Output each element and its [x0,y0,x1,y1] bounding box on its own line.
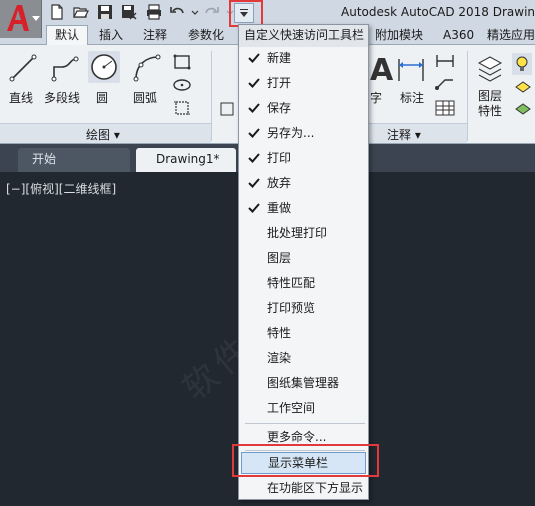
rectangle-tool-icon[interactable] [172,53,192,71]
application-menu-button[interactable] [0,0,42,38]
menu-item-label: 另存为... [267,126,315,140]
modify-tool-icon[interactable] [220,101,234,117]
autocad-logo-icon [7,5,29,31]
save-icon[interactable] [96,3,114,21]
table-tool-icon[interactable] [434,99,456,117]
menu-item-save-as[interactable]: 另存为... [239,122,368,144]
open-icon[interactable] [72,3,90,21]
menu-item-label: 打开 [267,76,292,90]
menu-item-undo[interactable]: 放弃 [239,172,368,194]
menu-item-label: 工作空间 [267,401,316,415]
menu-item-new[interactable]: 新建 [239,47,368,69]
menu-item-sheet-set-manager[interactable]: 图纸集管理器 [239,372,368,394]
layer-properties-icon[interactable] [475,53,505,85]
menu-item-label: 批处理打印 [267,226,328,240]
new-icon[interactable] [48,3,66,21]
menu-item-plot-preview[interactable]: 打印预览 [239,297,368,319]
redo-dropdown-icon[interactable] [221,3,234,21]
annotation-highlight-box [229,0,263,27]
menu-item-batch-plot[interactable]: 批处理打印 [239,222,368,244]
application-menu-arrow-icon [32,16,40,21]
menu-item-label: 重做 [267,201,292,215]
check-icon [248,122,262,144]
menu-item-label: 图纸集管理器 [267,376,340,390]
check-icon [248,172,262,194]
menu-item-label: 特性 [267,326,292,340]
title-bar: Autodesk AutoCAD 2018 Drawin [0,0,535,24]
undo-dropdown-icon[interactable] [186,3,199,21]
tab-parametric[interactable]: 参数化 [188,26,224,45]
viewport-controls[interactable]: [−][俯视][二维线框] [6,180,116,197]
draw-group-bar[interactable]: 绘图 ▾ [0,123,211,143]
circle-tool-icon[interactable] [88,51,120,83]
menu-item-label: 渲染 [267,351,292,365]
draw-group-label: 绘图 ▾ [86,128,120,142]
arc-tool-label[interactable]: 圆弧 [133,89,157,106]
layer-state-icon[interactable] [514,101,532,117]
menu-item-label: 打印预览 [267,301,316,315]
polyline-tool-icon[interactable] [50,53,80,83]
menu-item-workspace[interactable]: 工作空间 [239,397,368,419]
menu-item-label: 打印 [267,151,292,165]
dimension-tool-label[interactable]: 标注 [400,89,424,106]
menu-item-layer[interactable]: 图层 [239,247,368,269]
menu-separator [245,423,365,424]
ellipse-tool-icon[interactable] [172,76,192,94]
check-icon [248,97,262,119]
annotation-group-bar[interactable]: 注释 ▾ [369,123,467,143]
menu-item-label: 图层 [267,251,292,265]
ribbon-divider [467,51,468,141]
menu-item-render[interactable]: 渲染 [239,347,368,369]
tab-start[interactable]: 开始 [18,148,130,172]
annotation-group-label: 注释 ▾ [387,128,421,142]
customize-quick-access-menu: 自定义快速访问工具栏 新建 打开 保存 另存为... 打印 放弃 重做 批处理打… [238,24,369,500]
circle-tool-label[interactable]: 圆 [96,89,108,106]
arc-tool-icon[interactable] [132,53,162,83]
menu-item-label: 放弃 [267,176,292,190]
menu-item-label: 保存 [267,101,292,115]
menu-item-show-below-ribbon[interactable]: 在功能区下方显示 [239,477,368,499]
tab-drawing1[interactable]: Drawing1* [136,148,236,172]
tab-insert[interactable]: 插入 [99,26,123,45]
menu-item-redo[interactable]: 重做 [239,197,368,219]
menu-item-open[interactable]: 打开 [239,72,368,94]
line-tool-label[interactable]: 直线 [9,89,33,106]
menu-header: 自定义快速访问工具栏 [239,25,368,47]
plot-icon[interactable] [145,3,163,21]
check-icon [248,72,262,94]
text-tool-icon[interactable]: A [370,53,393,88]
check-icon [248,147,262,169]
bulb-icon[interactable] [512,53,532,75]
tab-default[interactable]: 默认 [46,25,89,46]
undo-icon[interactable] [168,3,186,21]
menu-item-label: 新建 [267,51,292,65]
hatch-tool-icon[interactable] [172,99,192,117]
tab-featured-apps[interactable]: 精选应用 [487,26,535,45]
annotation-highlight-box [232,444,379,477]
menu-item-properties[interactable]: 特性 [239,322,368,344]
menu-item-match-properties[interactable]: 特性匹配 [239,272,368,294]
dimension-tool-icon[interactable] [395,55,427,85]
menu-item-label: 在功能区下方显示 [267,481,364,495]
layer-properties-label[interactable]: 图层 特性 [478,89,502,119]
redo-icon[interactable] [203,3,221,21]
menu-item-save[interactable]: 保存 [239,97,368,119]
tab-addins[interactable]: 附加模块 [375,26,423,45]
menu-item-plot[interactable]: 打印 [239,147,368,169]
menu-item-label: 特性匹配 [267,276,316,290]
save-as-icon[interactable] [120,3,138,21]
ribbon-divider [211,51,212,141]
app-title: Autodesk AutoCAD 2018 Drawin [341,5,535,19]
layer-tool-icon[interactable] [514,79,532,95]
line-tool-icon[interactable] [8,53,38,83]
check-icon [248,197,262,219]
tab-annotate[interactable]: 注释 [143,26,167,45]
polyline-tool-label[interactable]: 多段线 [44,89,80,106]
linear-dim-icon[interactable] [434,53,456,69]
check-icon [248,47,262,69]
tab-a360[interactable]: A360 [443,26,474,45]
text-tool-label[interactable]: 字 [370,89,382,106]
leader-tool-icon[interactable] [434,75,456,91]
